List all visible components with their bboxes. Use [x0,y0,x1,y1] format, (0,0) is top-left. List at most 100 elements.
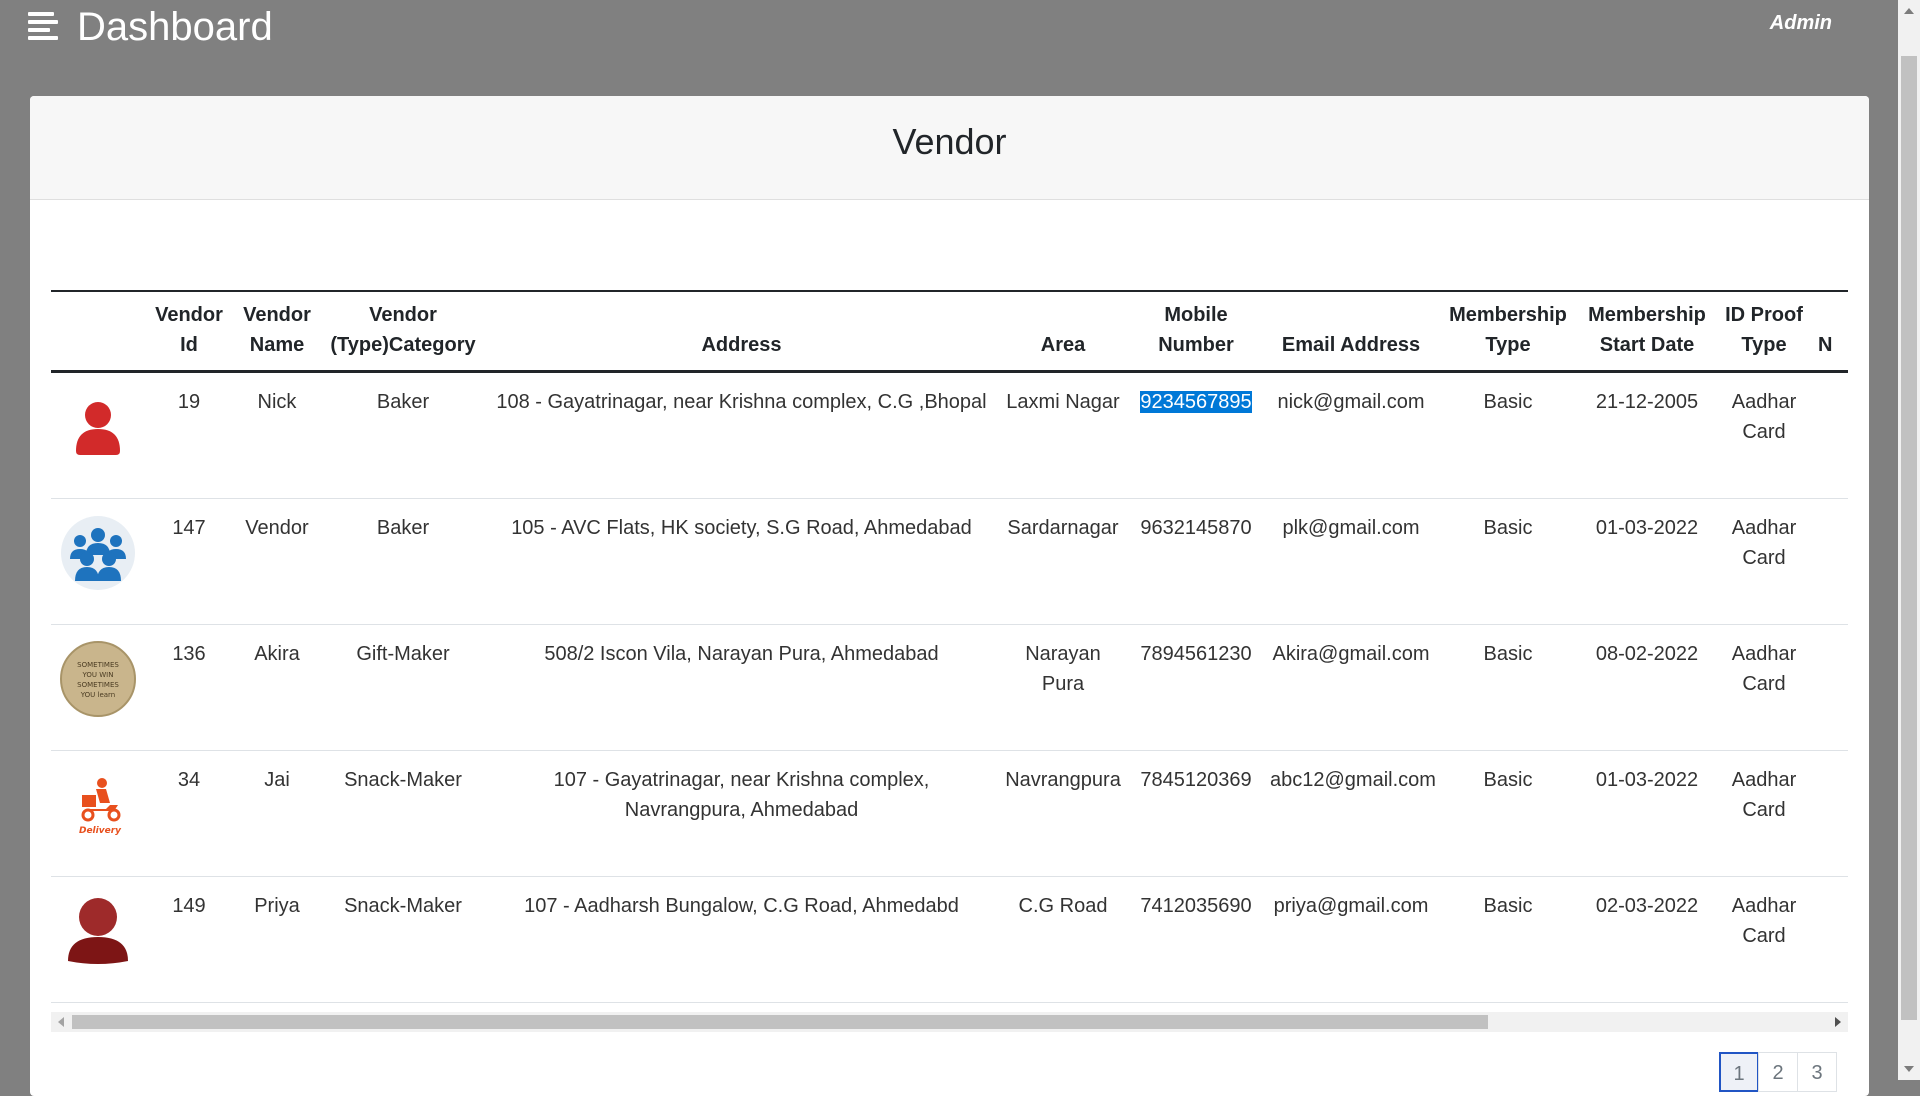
delivery-logo-text: Delivery [79,826,122,836]
vendor-id: 147 [145,498,233,625]
vendor-id-proof: Aadhar Card [1716,371,1812,499]
vendor-mobile: 7894561230 [1128,624,1264,751]
vendor-mobile: 7845120369 [1128,750,1264,877]
col-header-membership-start-date: Membership Start Date [1578,291,1716,373]
vendor-id: 19 [145,371,233,499]
vendor-table: Vendor Id Vendor Name Vendor (Type)Categ… [51,290,1848,1003]
vendor-membership-type: Basic [1438,750,1578,877]
scroll-down-arrow-icon[interactable] [1904,1066,1914,1072]
vendor-start-date: 01-03-2022 [1578,750,1716,877]
user-menu-admin[interactable]: Admin [1770,12,1832,35]
vendor-membership-type: Basic [1438,624,1578,751]
vendor-name: Akira [233,624,321,751]
vendor-address: 105 - AVC Flats, HK society, S.G Road, A… [485,498,998,625]
col-header-area: Area [998,291,1128,373]
page-title: Vendor [892,121,1007,162]
top-bar: Dashboard Admin [0,0,1880,60]
vertical-scroll-thumb[interactable] [1901,56,1917,1020]
col-header-n: N [1812,291,1848,373]
vendor-extra-cell [1812,371,1848,499]
page-2-button[interactable]: 2 [1758,1052,1798,1092]
vendor-extra-cell [1812,624,1848,751]
table-header-row: Vendor Id Vendor Name Vendor (Type)Categ… [51,291,1848,373]
vendor-address: 107 - Gayatrinagar, near Krishna complex… [485,750,998,877]
col-header-email-address: Email Address [1264,291,1438,373]
table-row[interactable]: SOMETIMES YOU WIN SOMETIMES YOU learn 13… [51,624,1848,751]
vendor-name: Vendor [233,498,321,625]
vendor-image-cell: Delivery [51,750,145,877]
vendor-email: Akira@gmail.com [1264,624,1438,751]
col-header-vendor-id: Vendor Id [145,291,233,373]
vendor-start-date: 01-03-2022 [1578,498,1716,625]
col-header-id-proof-type: ID Proof Type [1716,291,1812,373]
quote-badge-image: SOMETIMES YOU WIN SOMETIMES YOU learn [60,641,136,717]
horizontal-scroll-thumb[interactable] [72,1015,1488,1029]
vendor-id-proof: Aadhar Card [1716,750,1812,877]
col-header-membership-type: Membership Type [1438,291,1578,373]
table-row[interactable]: Delivery 34 Jai Snack-Maker 107 - Gayatr… [51,750,1848,877]
vendor-id: 149 [145,876,233,1003]
vendor-address: 107 - Aadharsh Bungalow, C.G Road, Ahmed… [485,876,998,1003]
selected-text-mobile: 9234567895 [1140,391,1252,413]
vendor-image-cell [51,498,145,625]
vendor-image-cell [51,371,145,499]
vendor-area: Sardarnagar [998,498,1128,625]
vendor-membership-type: Basic [1438,876,1578,1003]
vendor-category: Baker [321,498,485,625]
vendor-category: Gift-Maker [321,624,485,751]
table-row[interactable]: 19 Nick Baker 108 - Gayatrinagar, near K… [51,371,1848,499]
scroll-up-arrow-icon[interactable] [1904,8,1914,14]
page-1-button[interactable]: 1 [1719,1052,1759,1092]
table-row[interactable]: 147 Vendor Baker 105 - AVC Flats, HK soc… [51,498,1848,625]
vendor-id-proof: Aadhar Card [1716,498,1812,625]
table-row[interactable]: 149 Priya Snack-Maker 107 - Aadharsh Bun… [51,876,1848,1003]
scroll-right-arrow-icon[interactable] [1835,1017,1841,1027]
vendor-area: Laxmi Nagar [998,371,1128,499]
col-header-address: Address [485,291,998,373]
col-header-vendor-name: Vendor Name [233,291,321,373]
col-header-vendor-category: Vendor (Type)Category [321,291,485,373]
vendor-extra-cell [1812,498,1848,625]
vendor-start-date: 21-12-2005 [1578,371,1716,499]
delivery-scooter-icon: Delivery [79,778,122,836]
badge-line-2: YOU WIN [82,671,114,679]
badge-line-4: YOU learn [80,691,115,699]
vendor-extra-cell [1812,750,1848,877]
horizontal-scrollbar[interactable] [51,1012,1848,1032]
vendor-image-cell [51,876,145,1003]
vendor-id-proof: Aadhar Card [1716,624,1812,751]
vendor-area: Navrangpura [998,750,1128,877]
vendor-area: Narayan Pura [998,624,1128,751]
person-maroon-icon [68,898,128,964]
vendor-category: Snack-Maker [321,750,485,877]
vendor-id: 34 [145,750,233,877]
vendor-mobile: 9632145870 [1128,498,1264,625]
vendor-membership-type: Basic [1438,498,1578,625]
vendor-category: Snack-Maker [321,876,485,1003]
vendor-id-proof: Aadhar Card [1716,876,1812,1003]
vendor-image-cell: SOMETIMES YOU WIN SOMETIMES YOU learn [51,624,145,751]
vendor-name: Priya [233,876,321,1003]
vendor-email: abc12@gmail.com [1264,750,1438,877]
vendor-start-date: 08-02-2022 [1578,624,1716,751]
pagination: 1 2 3 [1719,1052,1837,1092]
scroll-left-arrow-icon[interactable] [58,1017,64,1027]
badge-line-3: SOMETIMES [77,681,119,689]
vendor-id: 136 [145,624,233,751]
vendor-mobile: 9234567895 [1128,371,1264,499]
vendor-category: Baker [321,371,485,499]
group-blue-icon [61,516,135,590]
page-3-button[interactable]: 3 [1797,1052,1837,1092]
vendor-email: priya@gmail.com [1264,876,1438,1003]
vendor-table-container[interactable]: Vendor Id Vendor Name Vendor (Type)Categ… [51,290,1848,1020]
app-title: Dashboard [77,5,273,49]
col-header-image [51,291,145,373]
hamburger-menu-icon[interactable] [28,12,58,40]
person-red-icon [76,402,120,455]
vendor-start-date: 02-03-2022 [1578,876,1716,1003]
vendor-email: nick@gmail.com [1264,371,1438,499]
card-header: Vendor [30,96,1869,200]
vertical-scrollbar[interactable] [1898,0,1920,1080]
vendor-address: 108 - Gayatrinagar, near Krishna complex… [485,371,998,499]
vendor-mobile: 7412035690 [1128,876,1264,1003]
